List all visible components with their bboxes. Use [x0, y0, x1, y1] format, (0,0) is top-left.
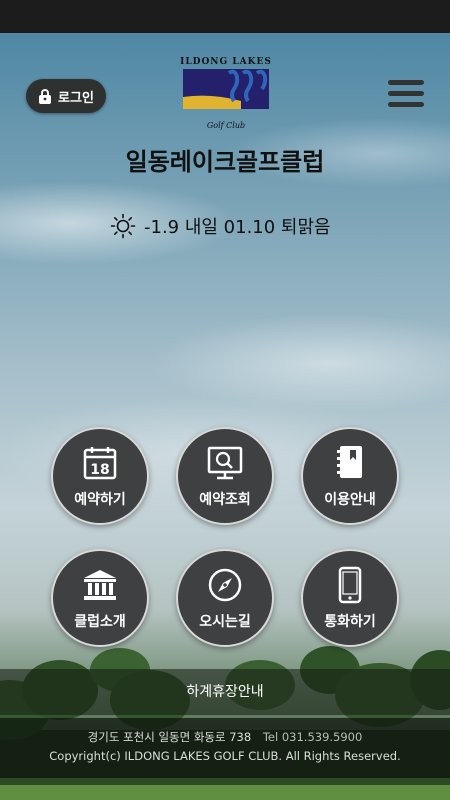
calendar-icon: 18: [80, 443, 120, 483]
reservation-label: 예약하기: [74, 492, 126, 508]
calendar-day: 18: [90, 462, 109, 478]
weather-info: -1.9 내일 01.10 퇴맑음: [110, 212, 331, 240]
hamburger-icon-bar: [388, 102, 424, 107]
directions-label: 오시는길: [199, 614, 251, 630]
phone-icon: [330, 565, 370, 605]
menu-button[interactable]: [388, 80, 424, 110]
call-button[interactable]: 통화하기: [301, 549, 399, 647]
monitor-search-icon: [205, 443, 245, 483]
building-icon: [80, 565, 120, 605]
footer: 경기도 포천시 일동면 화동로 738 Tel 031.539.5900 Cop…: [0, 718, 450, 778]
call-label: 통화하기: [324, 614, 376, 630]
notice-link[interactable]: 하계휴장안내: [0, 669, 450, 715]
logo-text-top: ILDONG LAKES: [180, 57, 272, 67]
reservation-button[interactable]: 18 예약하기: [51, 427, 149, 525]
directions-button[interactable]: 오시는길: [176, 549, 274, 647]
logo-text-bottom: Golf Club: [206, 121, 246, 130]
lock-icon: [39, 89, 52, 104]
club-title: 일동레이크골프클럽: [125, 148, 325, 176]
usage-guide-button[interactable]: 이용안내: [301, 427, 399, 525]
reservation-check-button[interactable]: 예약조회: [176, 427, 274, 525]
logo-emblem: [183, 69, 269, 109]
club-logo[interactable]: ILDONG LAKES Golf Club: [178, 57, 274, 137]
weather-text: -1.9 내일 01.10 퇴맑음: [144, 217, 331, 238]
footer-address: 경기도 포천시 일동면 화동로 738: [87, 730, 252, 744]
club-intro-label: 클럽소개: [74, 614, 126, 630]
login-label: 로그인: [58, 90, 94, 106]
hamburger-icon-bar: [388, 91, 424, 96]
club-intro-button[interactable]: 클럽소개: [51, 549, 149, 647]
guide-book-icon: [330, 443, 370, 483]
login-button[interactable]: 로그인: [26, 79, 106, 113]
footer-address-line: 경기도 포천시 일동면 화동로 738 Tel 031.539.5900: [0, 729, 450, 745]
status-bar: [0, 0, 450, 33]
hamburger-icon-bar: [388, 80, 424, 85]
usage-guide-label: 이용안내: [324, 492, 376, 508]
sun-icon: [110, 213, 136, 239]
reservation-check-label: 예약조회: [199, 492, 251, 508]
compass-icon: [205, 565, 245, 605]
footer-tel[interactable]: Tel 031.539.5900: [263, 730, 362, 744]
footer-copyright: Copyright(c) ILDONG LAKES GOLF CLUB. All…: [49, 749, 401, 763]
